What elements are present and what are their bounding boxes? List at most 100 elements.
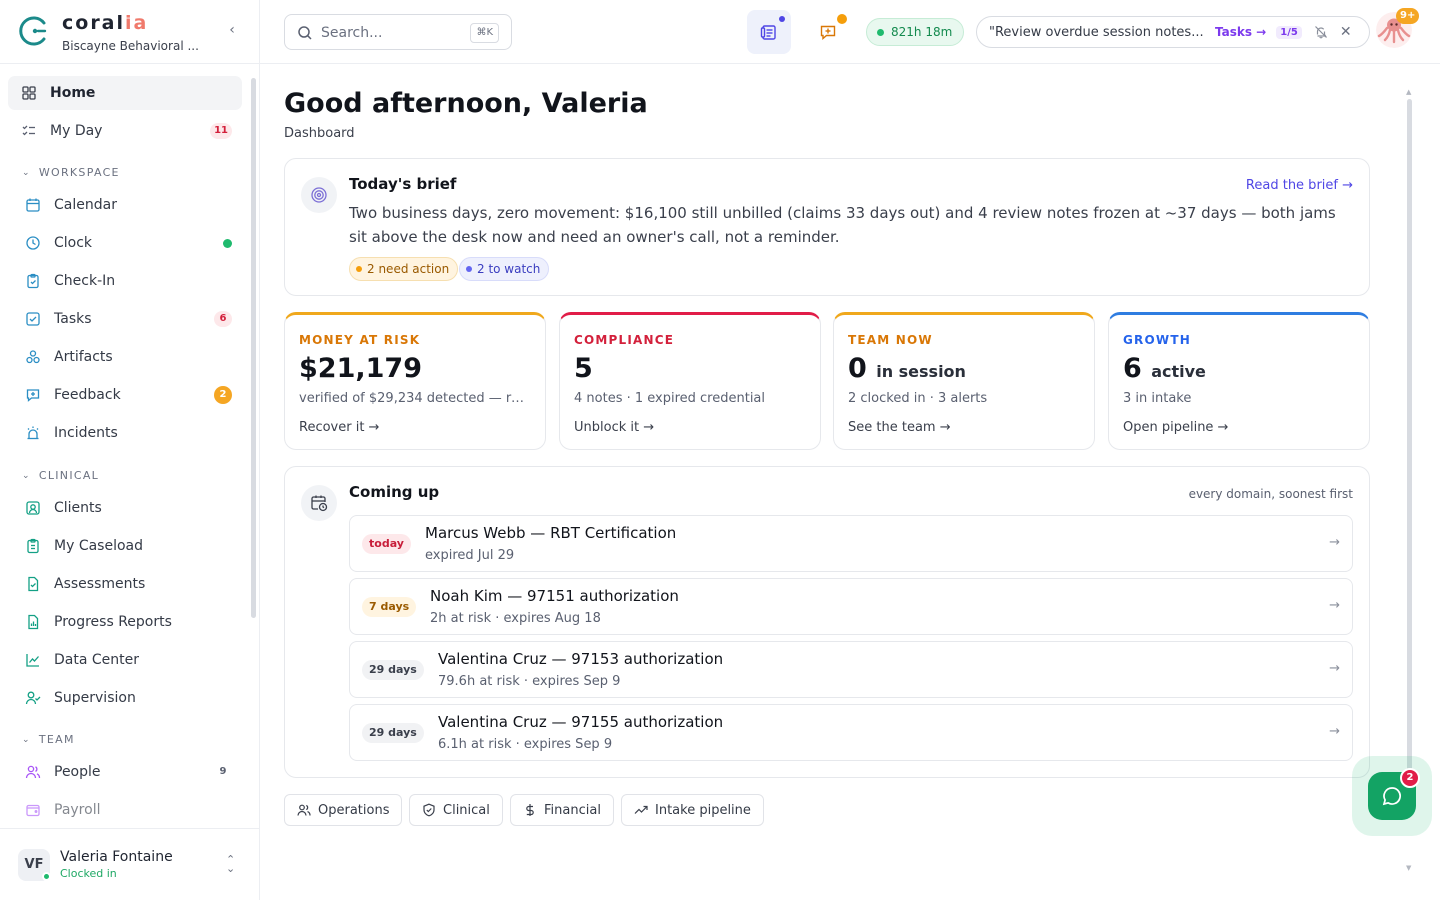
sidebar-nav: Home My Day 11 ⌄ WORKSPACE Calendar Cloc… <box>0 70 259 826</box>
feedback-inbox-button[interactable] <box>806 10 850 54</box>
sidebar-item-label: My Caseload <box>54 538 143 554</box>
calendar-icon <box>24 196 42 214</box>
stat-card-money-at-risk[interactable]: MONEY AT RISK $21,179 verified of $29,23… <box>284 312 546 450</box>
open-pipeline-link[interactable]: Open pipeline → <box>1123 420 1228 435</box>
sidebar-item-label: People <box>54 764 101 780</box>
stat-label: TEAM NOW <box>848 333 933 347</box>
people-count-badge: 9 <box>219 766 227 777</box>
chip-label: 2 to watch <box>477 262 541 276</box>
item-title: Valentina Cruz — 97155 authorization <box>438 713 724 731</box>
calendar-clock-icon <box>301 485 337 521</box>
sidebar-item-clock[interactable]: Clock <box>8 226 242 260</box>
list-item[interactable]: 29 days Valentina Cruz — 97153 authoriza… <box>349 641 1353 698</box>
brief-title: Today's brief <box>349 175 457 193</box>
sidebar-item-clients[interactable]: Clients <box>8 491 242 525</box>
due-badge: 7 days <box>362 597 417 617</box>
todays-brief-card: Today's brief Read the brief → Two busin… <box>284 158 1370 296</box>
stat-value: 5 <box>574 353 593 384</box>
close-icon[interactable]: ✕ <box>1340 24 1352 40</box>
users-icon <box>24 763 42 781</box>
sidebar-item-calendar[interactable]: Calendar <box>8 188 242 222</box>
feedback-count-badge: 2 <box>214 386 232 404</box>
sidebar-item-label: My Day <box>50 123 103 139</box>
sidebar-item-home[interactable]: Home <box>8 76 242 110</box>
scroll-up-arrow-icon[interactable]: ▲ <box>1406 88 1411 96</box>
brand[interactable]: coralia Biscayne Behavioral ... <box>18 12 248 58</box>
section-toggle-workspace[interactable]: ⌄ WORKSPACE <box>22 166 120 179</box>
unblock-it-link[interactable]: Unblock it → <box>574 420 654 435</box>
chevron-up-down-icon: ⌃ ⌄ <box>226 853 236 875</box>
file-chart-icon <box>24 613 42 631</box>
section-label: TEAM <box>38 733 75 746</box>
list-item[interactable]: today Marcus Webb — RBT Certification ex… <box>349 515 1353 572</box>
section-toggle-team[interactable]: ⌄ TEAM <box>22 733 75 746</box>
coming-up-hint: every domain, soonest first <box>1188 487 1353 501</box>
stat-label: COMPLIANCE <box>574 333 675 347</box>
bell-off-icon[interactable] <box>1314 25 1328 39</box>
tab-clinical[interactable]: Clinical <box>409 794 503 826</box>
sidebar-item-assessments[interactable]: Assessments <box>8 567 242 601</box>
list-item[interactable]: 29 days Valentina Cruz — 97155 authoriza… <box>349 704 1353 761</box>
active-task-pill[interactable]: "Review overdue session notes... Tasks →… <box>976 16 1370 48</box>
read-brief-link[interactable]: Read the brief → <box>1246 178 1353 193</box>
sidebar-item-people[interactable]: People 9 <box>8 755 242 789</box>
sidebar-scrollbar[interactable] <box>251 78 256 618</box>
search-input[interactable] <box>321 23 461 43</box>
tab-intake-pipeline[interactable]: Intake pipeline <box>621 794 764 826</box>
sidebar-item-artifacts[interactable]: Artifacts <box>8 340 242 374</box>
check-square-icon <box>24 310 42 328</box>
sidebar-item-my-caseload[interactable]: My Caseload <box>8 529 242 563</box>
session-timer[interactable]: 821h 18m <box>866 18 965 46</box>
sidebar-item-feedback[interactable]: Feedback 2 <box>8 378 242 412</box>
clipboard-list-icon <box>24 537 42 555</box>
recover-it-link[interactable]: Recover it → <box>299 420 379 435</box>
scroll-down-arrow-icon[interactable]: ▼ <box>1406 864 1411 872</box>
user-menu[interactable]: VF Valeria Fontaine Clocked in ⌃ ⌄ <box>0 828 259 900</box>
sidebar-item-label: Assessments <box>54 576 146 592</box>
search-box[interactable]: ⌘K <box>284 14 512 50</box>
due-badge: 29 days <box>362 660 424 680</box>
stat-card-team-now[interactable]: TEAM NOW 0 in session 2 clocked in · 3 a… <box>833 312 1095 450</box>
shield-icon <box>423 803 435 817</box>
list-item[interactable]: 7 days Noah Kim — 97151 authorization 2h… <box>349 578 1353 635</box>
sidebar-item-payroll[interactable]: Payroll <box>8 793 242 826</box>
need-action-chip[interactable]: 2 need action <box>349 257 459 281</box>
main-scrollbar[interactable] <box>1407 99 1412 804</box>
sidebar-item-label: Progress Reports <box>54 614 172 630</box>
tasks-link[interactable]: Tasks → <box>1215 25 1266 39</box>
sidebar-item-check-in[interactable]: Check-In <box>8 264 242 298</box>
sidebar-item-my-day[interactable]: My Day 11 <box>8 114 242 148</box>
sidebar-item-tasks[interactable]: Tasks 6 <box>8 302 242 336</box>
sidebar-item-label: Tasks <box>54 311 92 327</box>
to-watch-chip[interactable]: 2 to watch <box>459 257 550 281</box>
item-subtitle: 79.6h at risk · expires Sep 9 <box>438 674 621 689</box>
organization-name: Biscayne Behavioral ... <box>62 39 199 53</box>
arrow-right-icon: → <box>1329 661 1340 676</box>
sidebar-item-supervision[interactable]: Supervision <box>8 681 242 715</box>
stat-unit: active <box>1151 362 1206 381</box>
arrow-right-icon: → <box>1329 724 1340 739</box>
tab-operations[interactable]: Operations <box>284 794 403 826</box>
main-content: Good afternoon, Valeria Dashboard Today'… <box>260 64 1440 900</box>
see-the-team-link[interactable]: See the team → <box>848 420 951 435</box>
tasks-count-badge: 6 <box>214 311 232 327</box>
amber-dot <box>356 266 362 272</box>
notes-button[interactable] <box>747 10 791 54</box>
stat-description: 4 notes · 1 expired credential <box>574 391 766 406</box>
chat-launcher: 2 <box>1352 756 1432 836</box>
sidebar-item-label: Clients <box>54 500 102 516</box>
stat-unit: in session <box>876 362 966 381</box>
line-chart-icon <box>24 651 42 669</box>
tab-financial[interactable]: Financial <box>510 794 614 826</box>
sidebar-item-progress-reports[interactable]: Progress Reports <box>8 605 242 639</box>
sidebar-item-incidents[interactable]: Incidents <box>8 416 242 450</box>
collapse-sidebar-button[interactable]: ‹ <box>222 20 242 40</box>
timer-status-dot <box>877 28 884 36</box>
stat-card-growth[interactable]: GROWTH 6 active 3 in intake Open pipelin… <box>1108 312 1370 450</box>
sidebar-item-data-center[interactable]: Data Center <box>8 643 242 677</box>
stat-card-compliance[interactable]: COMPLIANCE 5 4 notes · 1 expired credent… <box>559 312 821 450</box>
topbar: ⌘K 821h 18m "Review overdue session note… <box>260 0 1440 64</box>
section-label: WORKSPACE <box>38 166 120 179</box>
target-icon <box>301 177 337 213</box>
section-toggle-clinical[interactable]: ⌄ CLINICAL <box>22 469 99 482</box>
